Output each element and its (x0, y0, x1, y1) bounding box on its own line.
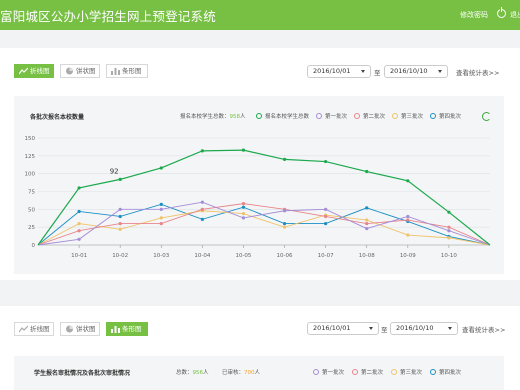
top-header-bar: 富阳城区公办小学招生网上预登记系统 修改密码 退出 (0, 0, 520, 30)
summary-text: 报名本校学生总数：958人 (180, 112, 246, 120)
legend-label: 第二批次 (361, 370, 384, 376)
pie-chart-icon (66, 67, 73, 75)
date-from-value: 2016/10/01 (313, 67, 351, 75)
total-label: 总数： (176, 370, 193, 376)
legend-label: 第三批次 (400, 370, 423, 376)
tab-label: 条形图 (122, 325, 142, 333)
legend-marker-icon (313, 369, 319, 375)
date-from-select[interactable]: 2016/10/01 (307, 65, 371, 78)
reviewed-value: 700 (244, 370, 255, 376)
refresh-icon[interactable] (482, 112, 491, 121)
tab-line-chart-2[interactable]: 折线图 (14, 322, 54, 336)
line-chart-icon (19, 325, 28, 333)
chart-area (14, 96, 504, 274)
date-to-value: 2016/10/10 (390, 67, 428, 75)
legend-marker-icon (430, 369, 436, 375)
legend-label: 报名本校学生总数 (265, 114, 310, 120)
tab-pie-chart-2[interactable]: 饼状图 (60, 322, 100, 336)
date-separator: 至 (374, 69, 381, 77)
tab-label: 折线图 (30, 325, 50, 333)
date-from-select-2[interactable]: 2016/10/01 (307, 322, 379, 335)
reviewed-text: 已审核：700人 (222, 368, 260, 376)
tab-label: 饼状图 (76, 67, 96, 75)
tab-label: 折线图 (30, 67, 50, 75)
summary-value: 958 (229, 114, 241, 120)
date-to-select[interactable]: 2016/10/10 (384, 65, 448, 78)
chart-title: 各批次报名本校数量 (30, 114, 85, 121)
legend-marker-icon (256, 113, 262, 119)
tab-label: 条形图 (122, 67, 142, 75)
total-value: 956 (192, 370, 204, 376)
chevron-down-icon (438, 70, 442, 73)
chevron-down-icon (361, 70, 365, 73)
legend-label: 第四批次 (439, 114, 462, 120)
tab-bar-chart-2[interactable]: 条形图 (106, 322, 148, 336)
line-chart-icon (19, 67, 28, 75)
tab-line-chart[interactable]: 折线图 (14, 64, 54, 78)
date-separator: 至 (381, 326, 388, 334)
legend-marker-icon (354, 113, 360, 119)
pie-chart-icon (66, 325, 73, 333)
bar-chart-icon (111, 326, 120, 333)
legend-label: 第二批次 (363, 114, 386, 120)
app-title: 富阳城区公办小学招生网上预登记系统 (0, 9, 216, 24)
view-stats-link[interactable]: 查看统计表>> (456, 67, 499, 77)
view-stats-link-2[interactable]: 查看统计表>> (462, 324, 505, 334)
power-icon[interactable] (497, 7, 506, 18)
legend-label: 第三批次 (401, 114, 424, 120)
reviewed-unit: 人 (254, 370, 261, 376)
legend-label: 第一批次 (322, 370, 345, 376)
summary-label: 报名本校学生总数： (180, 114, 230, 120)
total-text: 总数：956人 (176, 368, 209, 376)
legend-label: 第一批次 (325, 114, 348, 120)
tab-pie-chart[interactable]: 饼状图 (60, 64, 100, 78)
legend-marker-icon (352, 369, 358, 375)
chevron-down-icon (369, 327, 373, 330)
tab-bar-chart[interactable]: 条形图 (106, 64, 148, 78)
total-unit: 人 (203, 370, 209, 376)
legend-marker-icon (316, 113, 322, 119)
legend-marker-icon (430, 113, 436, 119)
summary-unit: 人 (240, 114, 246, 120)
chevron-down-icon (448, 327, 452, 330)
date-to-value: 2016/10/10 (396, 324, 434, 332)
tab-label: 饼状图 (76, 325, 96, 333)
legend-label: 第四批次 (439, 370, 462, 376)
legend-marker-icon (391, 369, 397, 375)
reviewed-label: 已审核： (222, 370, 245, 376)
logout-link[interactable]: 退出 (510, 10, 520, 20)
bar-chart-icon (111, 68, 120, 75)
change-password-link[interactable]: 修改密码 (460, 10, 488, 20)
date-to-select-2[interactable]: 2016/10/10 (390, 322, 458, 335)
chart-title-2: 学生报名审批情况及各批次审批情况 (34, 370, 131, 377)
date-from-value: 2016/10/01 (313, 324, 351, 332)
legend-marker-icon (392, 113, 398, 119)
